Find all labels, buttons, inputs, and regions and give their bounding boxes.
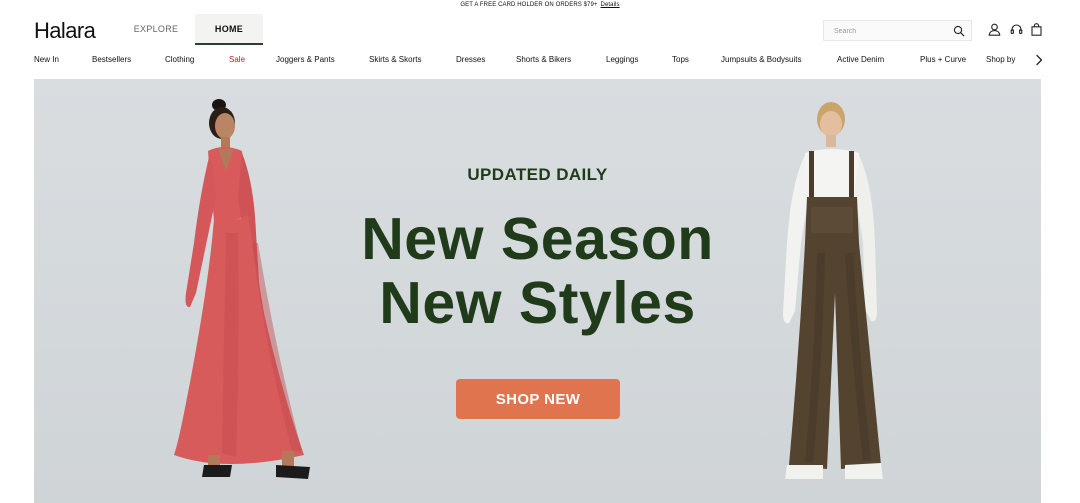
nav-item-joggers-pants[interactable]: Joggers & Pants <box>276 52 335 68</box>
account-icon[interactable] <box>988 23 1001 36</box>
category-nav: New In Bestsellers Clothing Sale Joggers… <box>0 52 1080 68</box>
promo-bar: GET A FREE CARD HOLDER ON ORDERS $79+ Det… <box>0 0 1080 12</box>
tab-explore[interactable]: EXPLORE <box>124 14 188 45</box>
bag-icon[interactable] <box>1030 23 1043 36</box>
nav-item-clothing[interactable]: Clothing <box>165 52 194 68</box>
nav-item-plus-curve[interactable]: Plus + Curve <box>920 52 966 68</box>
search-icon[interactable] <box>953 25 965 37</box>
halara-logo[interactable]: Halara <box>34 18 96 44</box>
nav-item-leggings[interactable]: Leggings <box>606 52 638 68</box>
hero-banner[interactable]: UPDATED DAILY New Season New Styles SHOP… <box>34 79 1041 503</box>
nav-item-active-denim[interactable]: Active Denim <box>837 52 884 68</box>
shop-new-button[interactable]: SHOP NEW <box>456 379 620 419</box>
support-icon[interactable] <box>1010 23 1023 36</box>
nav-item-shorts-bikers[interactable]: Shorts & Bikers <box>516 52 571 68</box>
nav-item-shop-by[interactable]: Shop by <box>986 52 1031 68</box>
nav-item-new-in[interactable]: New In <box>34 52 59 68</box>
nav-item-sale[interactable]: Sale <box>229 52 245 68</box>
chevron-right-icon[interactable] <box>1034 54 1044 66</box>
nav-item-skirts-skorts[interactable]: Skirts & Skorts <box>369 52 421 68</box>
tab-home[interactable]: HOME <box>195 14 263 45</box>
nav-item-jumpsuits-bodysuits[interactable]: Jumpsuits & Bodysuits <box>721 52 801 68</box>
site-header: Halara EXPLORE HOME <box>0 12 1080 46</box>
promo-details-link[interactable]: Details <box>601 2 620 8</box>
search-input[interactable] <box>834 24 944 38</box>
nav-item-dresses[interactable]: Dresses <box>456 52 485 68</box>
nav-item-tops[interactable]: Tops <box>672 52 689 68</box>
promo-text: GET A FREE CARD HOLDER ON ORDERS $79+ <box>460 2 598 8</box>
search-box <box>823 20 972 41</box>
model-overalls-image <box>783 102 883 479</box>
nav-item-bestsellers[interactable]: Bestsellers <box>92 52 131 68</box>
